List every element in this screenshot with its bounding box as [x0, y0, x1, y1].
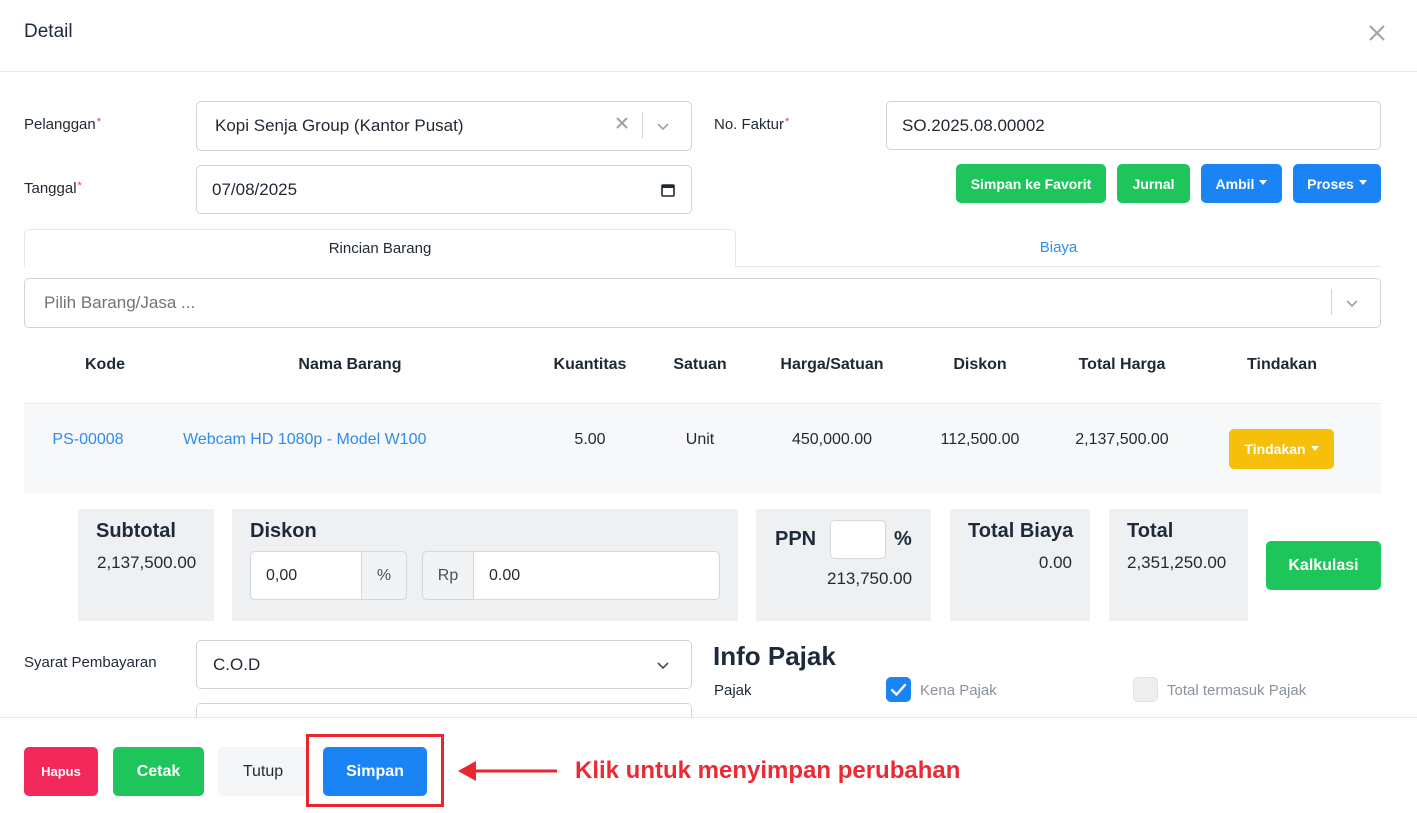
process-label: Proses: [1307, 175, 1354, 192]
tax-included-label: Total termasuk Pajak: [1167, 682, 1307, 699]
ppn-label: PPN: [775, 528, 817, 550]
discount-panel: Diskon 0,00 % Rp 0.00: [232, 509, 738, 621]
customer-value: Kopi Senja Group (Kantor Pusat): [215, 116, 464, 135]
total-cost-label: Total Biaya: [968, 520, 1074, 542]
invoice-number-value: SO.2025.08.00002: [902, 115, 1045, 135]
total-label: Total: [1127, 520, 1174, 542]
take-label: Ambil: [1215, 175, 1255, 192]
ppn-percent-input[interactable]: [830, 520, 886, 559]
row-action-label: Tindakan: [1244, 441, 1306, 457]
invoice-label: No. Faktur*: [714, 116, 790, 133]
select-divider: [1331, 289, 1332, 315]
subtotal-label: Subtotal: [96, 520, 176, 542]
item-unit: Unit: [685, 431, 715, 448]
currency-addon: Rp: [422, 551, 474, 600]
customer-select[interactable]: Kopi Senja Group (Kantor Pusat): [196, 101, 692, 151]
discount-amount-input[interactable]: 0.00: [473, 551, 720, 600]
close-icon[interactable]: [1366, 22, 1388, 44]
delete-button[interactable]: Hapus: [24, 747, 98, 796]
column-header-action: Tindakan: [1247, 356, 1317, 373]
print-button[interactable]: Cetak: [113, 747, 204, 796]
tax-label: Pajak: [714, 682, 752, 699]
chevron-down-icon[interactable]: [655, 657, 671, 673]
column-header-discount: Diskon: [953, 356, 1007, 373]
save-favorite-button[interactable]: Simpan ke Favorit: [956, 164, 1106, 203]
invoice-number-input[interactable]: SO.2025.08.00002: [886, 101, 1381, 150]
take-dropdown-button[interactable]: Ambil: [1201, 164, 1282, 203]
save-highlight-box: [306, 734, 444, 807]
item-discount: 112,500.00: [940, 431, 1020, 448]
payment-terms-label: Syarat Pembayaran: [24, 654, 157, 671]
process-dropdown-button[interactable]: Proses: [1293, 164, 1381, 203]
row-action-dropdown-button[interactable]: Tindakan: [1229, 429, 1334, 469]
customer-label: Pelanggan*: [24, 116, 102, 133]
tab-item-details[interactable]: Rincian Barang: [24, 229, 736, 267]
item-unit-price: 450,000.00: [791, 431, 873, 448]
taxable-label: Kena Pajak: [920, 682, 997, 699]
ppn-percent-sign: %: [894, 528, 912, 550]
item-quantity: 5.00: [574, 431, 606, 448]
dialog-header: Detail: [0, 0, 1417, 72]
item-total-price: 2,137,500.00: [1075, 431, 1169, 448]
journal-button[interactable]: Jurnal: [1117, 164, 1190, 203]
tab-costs[interactable]: Biaya: [736, 229, 1381, 267]
subtotal-value: 2,137,500.00: [97, 553, 197, 572]
calendar-icon[interactable]: [661, 183, 675, 197]
taxable-checkbox[interactable]: [886, 677, 911, 702]
caret-down-icon: [1310, 445, 1319, 451]
discount-percent-input[interactable]: 0,00: [250, 551, 362, 600]
date-value: 07/08/2025: [212, 179, 298, 199]
item-picker-select[interactable]: Pilih Barang/Jasa ...: [24, 278, 1381, 328]
caret-down-icon: [1259, 180, 1268, 185]
calculate-button[interactable]: Kalkulasi: [1266, 541, 1381, 590]
column-header-code: Kode: [85, 356, 125, 373]
chevron-down-icon[interactable]: [1344, 295, 1360, 311]
check-icon: [890, 683, 907, 696]
arrow-left-icon: [458, 761, 557, 781]
tax-info-title: Info Pajak: [713, 641, 836, 671]
select-divider: [642, 112, 643, 138]
date-input[interactable]: 07/08/2025: [196, 165, 692, 214]
ppn-value: 213,750.00: [827, 569, 913, 588]
column-header-name: Nama Barang: [298, 356, 402, 373]
column-header-unit: Satuan: [673, 356, 727, 373]
caret-down-icon: [1358, 180, 1367, 185]
chevron-down-icon[interactable]: [655, 118, 671, 134]
dialog-title: Detail: [24, 21, 73, 42]
date-label: Tanggal*: [24, 180, 82, 197]
total-panel: Total 2,351,250.00: [1109, 509, 1248, 621]
annotation-callout: Klik untuk menyimpan perubahan: [575, 757, 961, 784]
close-button[interactable]: Tutup: [218, 747, 308, 796]
column-header-total: Total Harga: [1078, 356, 1166, 373]
tax-included-checkbox[interactable]: [1133, 677, 1158, 702]
total-cost-panel: Total Biaya 0.00: [950, 509, 1090, 621]
column-header-quantity: Kuantitas: [553, 356, 627, 373]
column-header-unit-price: Harga/Satuan: [780, 356, 884, 373]
discount-label: Diskon: [250, 520, 317, 542]
clear-icon[interactable]: [615, 116, 629, 130]
item-picker-placeholder: Pilih Barang/Jasa ...: [44, 293, 196, 312]
percent-addon: %: [361, 551, 407, 600]
item-name-link[interactable]: Webcam HD 1080p - Model W100: [183, 431, 426, 449]
item-code-link[interactable]: PS-00008: [40, 431, 136, 449]
total-cost-value: 0.00: [1038, 553, 1072, 572]
payment-terms-value: C.O.D: [213, 654, 261, 674]
ppn-panel: PPN % 213,750.00: [756, 509, 931, 621]
subtotal-panel: Subtotal 2,137,500.00: [78, 509, 214, 621]
payment-terms-select[interactable]: C.O.D: [196, 640, 692, 689]
total-value: 2,351,250.00: [1127, 553, 1227, 572]
